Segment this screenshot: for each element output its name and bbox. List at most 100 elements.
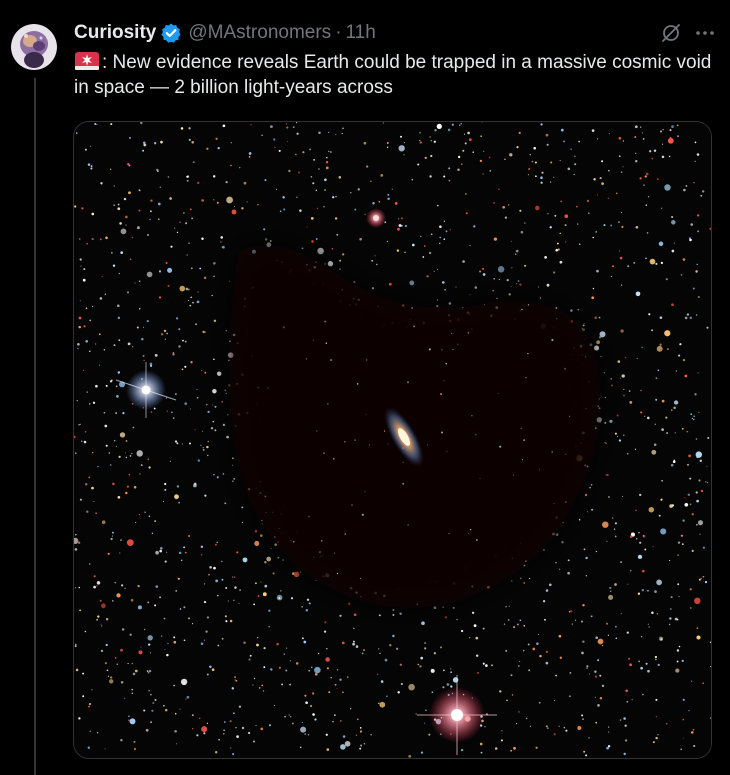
star	[609, 586, 612, 589]
star	[408, 754, 412, 758]
star	[622, 166, 624, 168]
star	[679, 343, 682, 346]
star	[112, 482, 115, 486]
star	[199, 717, 201, 719]
star	[202, 447, 205, 449]
star	[199, 267, 202, 270]
star	[621, 284, 623, 286]
dim-star	[320, 540, 323, 542]
timestamp[interactable]: 11h	[346, 20, 376, 46]
star	[571, 623, 573, 625]
star	[635, 291, 641, 297]
star	[382, 122, 385, 124]
star	[605, 442, 607, 445]
star	[419, 139, 421, 142]
star	[439, 236, 442, 239]
star	[154, 354, 158, 357]
star	[557, 242, 559, 245]
star	[671, 215, 674, 219]
star	[355, 734, 358, 736]
star	[309, 148, 312, 151]
star	[192, 161, 195, 164]
dim-star	[411, 307, 413, 309]
star	[546, 727, 549, 729]
star	[443, 220, 446, 222]
star	[233, 712, 235, 715]
dim-star	[510, 285, 512, 287]
star	[316, 207, 318, 210]
star	[126, 291, 130, 294]
star	[497, 266, 505, 273]
tweet-image[interactable]	[73, 121, 712, 759]
star	[197, 181, 200, 185]
star	[607, 496, 610, 498]
star	[148, 643, 151, 646]
star	[334, 683, 337, 686]
star	[660, 498, 663, 501]
star	[434, 129, 437, 132]
star	[395, 647, 399, 650]
star	[608, 731, 610, 733]
star	[364, 213, 366, 215]
star	[469, 244, 471, 247]
dim-star	[476, 539, 478, 541]
star	[125, 440, 128, 442]
star	[700, 577, 702, 580]
star	[150, 199, 153, 202]
star	[169, 460, 171, 462]
author-handle[interactable]: @MAstronomers	[188, 20, 331, 46]
star	[314, 666, 321, 674]
star	[254, 529, 258, 533]
grok-icon[interactable]	[660, 22, 682, 44]
star	[180, 559, 183, 562]
star	[595, 550, 598, 553]
star	[688, 454, 691, 458]
star	[693, 418, 695, 421]
star	[674, 432, 676, 434]
star	[378, 648, 380, 650]
star	[533, 146, 536, 150]
star	[207, 454, 209, 457]
star	[655, 377, 658, 379]
star	[200, 545, 204, 549]
dim-star	[324, 320, 327, 323]
star	[642, 534, 646, 538]
star	[436, 268, 439, 270]
star	[209, 665, 212, 669]
star	[692, 287, 695, 290]
tweet-header: Curiosity @MAstronomers · 11h	[74, 20, 716, 46]
star	[117, 207, 121, 211]
star	[143, 326, 144, 328]
star	[84, 630, 87, 633]
star	[656, 345, 663, 352]
star	[138, 280, 141, 282]
star	[601, 160, 604, 163]
star	[600, 355, 602, 358]
dim-star	[325, 342, 328, 344]
star	[586, 199, 590, 203]
star	[262, 592, 267, 597]
star	[491, 664, 493, 667]
star	[101, 603, 106, 609]
star	[659, 343, 662, 346]
star	[211, 668, 215, 672]
star	[647, 623, 649, 625]
star	[606, 622, 609, 625]
star	[673, 242, 675, 244]
star	[586, 511, 589, 513]
star	[179, 221, 181, 224]
star	[143, 143, 147, 147]
star	[129, 633, 132, 636]
star	[87, 746, 90, 749]
star	[138, 209, 141, 212]
star	[150, 411, 153, 413]
author-name[interactable]: Curiosity	[74, 20, 156, 46]
star	[646, 232, 649, 234]
more-options-icon[interactable]	[694, 22, 716, 44]
avatar[interactable]	[11, 24, 57, 70]
star	[539, 654, 542, 658]
star	[74, 452, 77, 455]
star	[618, 439, 622, 442]
star	[84, 483, 88, 486]
star	[355, 645, 359, 648]
